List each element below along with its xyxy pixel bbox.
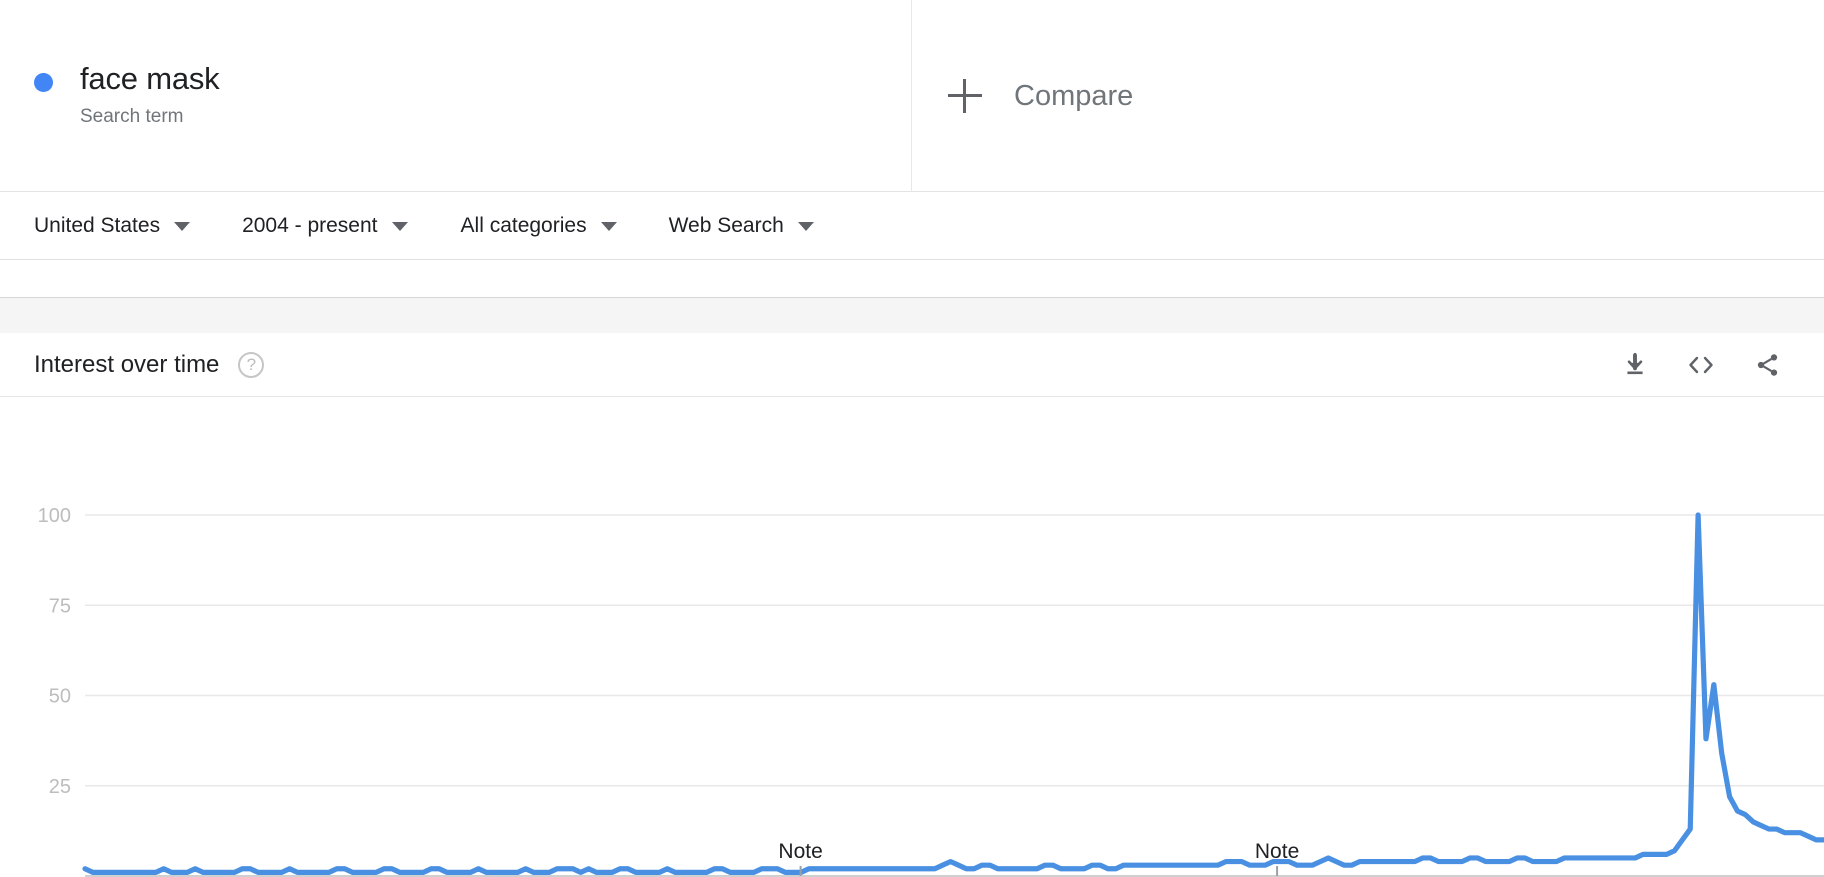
embed-code-icon[interactable]	[1678, 342, 1724, 388]
series-color-dot	[34, 73, 53, 92]
chevron-down-icon	[797, 221, 814, 231]
chevron-down-icon	[391, 221, 408, 231]
chart-note-label[interactable]: Note	[1255, 840, 1299, 863]
y-axis-tick-label: 50	[49, 686, 71, 708]
card-header: Interest over time ?	[0, 333, 1824, 397]
chart-note-label[interactable]: Note	[778, 840, 822, 863]
download-icon[interactable]	[1612, 342, 1658, 388]
filter-bar: United States 2004 - present All categor…	[0, 193, 1824, 260]
y-axis-tick-label: 100	[38, 505, 71, 527]
chart-canvas: 100755025 NoteNote Jan 1, 2004Mar 1, 200…	[38, 505, 1824, 877]
filter-location-label: United States	[34, 214, 161, 237]
help-icon[interactable]: ?	[238, 351, 265, 378]
search-term-card[interactable]: face mask Search term	[0, 0, 912, 192]
filter-location[interactable]: United States	[34, 213, 191, 239]
chevron-down-icon	[600, 221, 617, 231]
filter-search-type[interactable]: Web Search	[669, 213, 814, 239]
chart-gridlines	[85, 514, 1824, 787]
y-axis-tick-label: 75	[49, 595, 71, 617]
google-trends-page: face mask Search term Compare United Sta…	[0, 0, 1824, 877]
interest-over-time-chart[interactable]: 100755025 NoteNote Jan 1, 2004Mar 1, 200…	[0, 397, 1824, 877]
chevron-down-icon	[174, 221, 191, 231]
plus-icon	[948, 79, 982, 113]
chart-y-axis-labels: 100 75 50 25	[38, 505, 71, 798]
filter-time-range-label: 2004 - present	[242, 214, 378, 237]
interest-over-time-card: Interest over time ? 100 75 50 25 Note N…	[0, 333, 1824, 877]
search-term-type: Search term	[80, 106, 184, 127]
filter-category[interactable]: All categories	[461, 213, 617, 239]
search-term-bar: face mask Search term Compare	[0, 0, 1824, 192]
card-actions	[1592, 342, 1790, 388]
filter-search-type-label: Web Search	[668, 214, 784, 237]
y-axis-tick-label: 25	[49, 776, 71, 798]
search-term-name: face mask	[80, 61, 220, 96]
card-title: Interest over time	[34, 350, 220, 378]
add-compare-button[interactable]: Compare	[948, 79, 1133, 113]
share-icon[interactable]	[1744, 342, 1790, 388]
filter-time-range[interactable]: 2004 - present	[242, 213, 408, 239]
filter-category-label: All categories	[460, 214, 587, 237]
series-line-face-mask	[82, 512, 1824, 875]
compare-cell: Compare	[912, 0, 1824, 192]
section-separator-band	[0, 297, 1824, 333]
chart-series-layer	[82, 512, 1824, 875]
compare-label: Compare	[1014, 80, 1134, 112]
